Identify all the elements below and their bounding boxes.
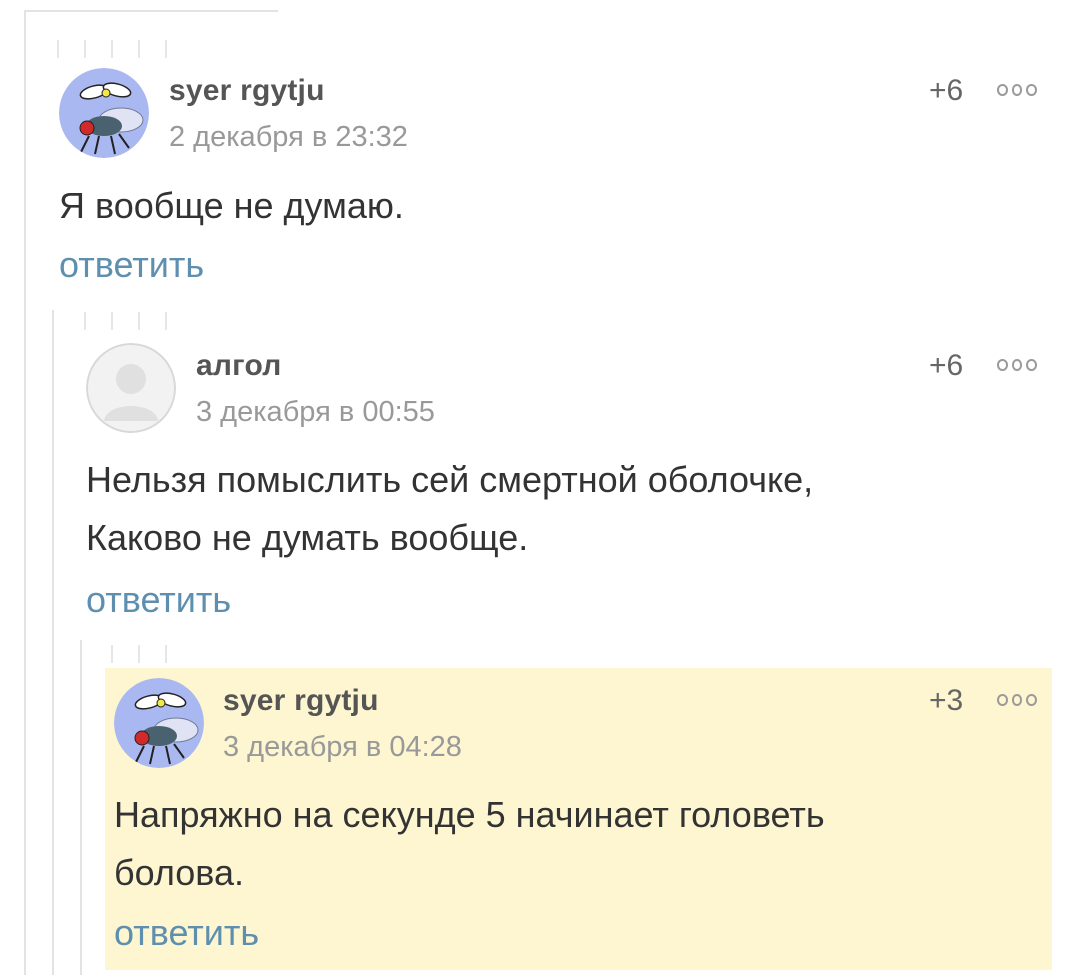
comment-1: syer rgytju 2 декабря в 23:32 +6 Я вообщ… [0,0,1080,300]
more-options-icon[interactable] [997,357,1038,373]
comment-date[interactable]: 3 декабря в 00:55 [196,396,435,429]
comment-text: Нельзя помыслить сей смертной оболочке, … [86,451,813,567]
thread-tick [111,645,113,663]
comment-author[interactable]: syer rgytju [169,74,325,108]
comment-date[interactable]: 3 декабря в 04:28 [223,731,462,764]
comment-score: +6 [929,74,964,107]
comment-text: Напряжно на секунде 5 начинает головеть … [114,786,825,902]
comment-author[interactable]: алгол [196,349,281,383]
default-user-avatar-icon[interactable] [86,343,176,433]
comment-text: Я вообще не думаю. [59,177,404,235]
comment-text-line: Нельзя помыслить сей смертной оболочке, [86,459,814,500]
comment-text-line: болова. [114,852,245,893]
more-options-icon[interactable] [997,82,1038,98]
comment-text-line: Напряжно на секунде 5 начинает головеть [114,794,825,835]
comment-text-line: Я вообще не думаю. [59,185,404,226]
more-options-icon[interactable] [997,692,1038,708]
reply-link[interactable]: ответить [59,244,204,286]
comment-date[interactable]: 2 декабря в 23:32 [169,121,408,154]
comment-score: +6 [929,349,964,382]
reply-link[interactable]: ответить [114,912,259,954]
fly-avatar-icon[interactable] [114,678,204,768]
comment-3-highlighted: syer rgytju 3 декабря в 04:28 +3 Напряжн… [105,668,1052,970]
thread-tick [138,645,140,663]
reply-link[interactable]: ответить [86,579,231,621]
thread-line-level-2 [80,640,82,975]
thread-tick [165,645,167,663]
comment-author[interactable]: syer rgytju [223,684,379,718]
comment-score: +3 [929,684,964,717]
fly-avatar-icon[interactable] [59,68,149,158]
comment-text-line: Каково не думать вообще. [86,517,529,558]
comment-2: алгол 3 декабря в 00:55 +6 Нельзя помысл… [0,300,1080,640]
